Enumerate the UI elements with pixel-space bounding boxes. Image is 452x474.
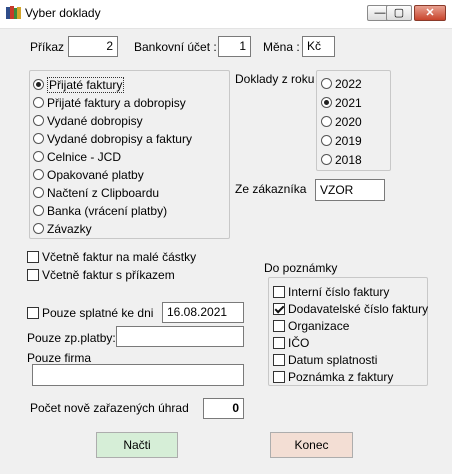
doc-type-option-label: Opakované platby bbox=[47, 167, 144, 182]
year-option-label: 2018 bbox=[335, 152, 362, 167]
minimize-icon: — bbox=[374, 7, 386, 19]
close-icon: ✕ bbox=[425, 7, 435, 19]
customer-field[interactable]: VZOR bbox=[315, 179, 385, 201]
doc-type-radio[interactable] bbox=[33, 151, 44, 163]
doc-type-option[interactable]: Načtení z Clipboardu bbox=[33, 184, 159, 200]
prikaz-field[interactable]: 2 bbox=[68, 36, 118, 57]
notes-item-checkbox[interactable] bbox=[273, 336, 285, 349]
notes-item-label: IČO bbox=[288, 335, 310, 350]
notes-item-label: Datum splatnosti bbox=[288, 352, 378, 367]
doc-type-option-label: Přijaté faktury a dobropisy bbox=[47, 95, 186, 110]
only-due-checkbox[interactable]: Pouze splatné ke dni bbox=[27, 304, 153, 320]
year-radio[interactable] bbox=[321, 97, 332, 109]
prikaz-label: Příkaz : bbox=[30, 40, 71, 54]
only-due-check-box[interactable] bbox=[27, 306, 39, 319]
doc-type-option-label: Závazky bbox=[47, 221, 92, 236]
doc-type-option-label: Načtení z Clipboardu bbox=[47, 185, 160, 200]
doc-type-option-label: Přijaté faktury bbox=[47, 76, 125, 93]
notes-item-checkbox[interactable] bbox=[273, 302, 285, 315]
doc-type-radio[interactable] bbox=[33, 133, 44, 145]
year-option-label: 2019 bbox=[335, 133, 362, 148]
with-order-check-box[interactable] bbox=[27, 268, 39, 281]
doc-type-radio[interactable] bbox=[33, 169, 44, 181]
count-field[interactable]: 0 bbox=[203, 398, 244, 419]
year-option[interactable]: 2020 bbox=[321, 113, 362, 129]
doc-type-radio[interactable] bbox=[33, 187, 44, 199]
bankovni-ucet-field[interactable]: 1 bbox=[218, 36, 251, 57]
close-window-button[interactable]: ✕ bbox=[414, 5, 446, 21]
notes-item-label: Interní číslo faktury bbox=[288, 284, 390, 299]
year-option[interactable]: 2021 bbox=[321, 94, 362, 110]
notes-item-label: Organizace bbox=[288, 318, 350, 333]
payment-method-label: Pouze zp.platby: bbox=[27, 331, 116, 345]
customer-label: Ze zákazníka bbox=[235, 182, 307, 196]
app-icon bbox=[6, 6, 21, 19]
year-option[interactable]: 2022 bbox=[321, 75, 362, 91]
doc-type-option-label: Vydané dobropisy a faktury bbox=[47, 131, 192, 146]
doc-type-option[interactable]: Závazky bbox=[33, 220, 92, 236]
year-radio[interactable] bbox=[321, 135, 332, 147]
small-amounts-check-box[interactable] bbox=[27, 250, 39, 263]
notes-item[interactable]: Dodavatelské číslo faktury bbox=[273, 300, 428, 316]
doc-type-option[interactable]: Vydané dobropisy bbox=[33, 112, 143, 128]
doc-type-option[interactable]: Vydané dobropisy a faktury bbox=[33, 130, 192, 146]
count-label: Počet nově zařazených úhrad bbox=[30, 401, 189, 415]
year-option[interactable]: 2018 bbox=[321, 151, 362, 167]
payment-method-field[interactable] bbox=[116, 326, 244, 347]
year-option-label: 2020 bbox=[335, 114, 362, 129]
year-radio[interactable] bbox=[321, 116, 332, 128]
doc-type-option[interactable]: Banka (vrácení platby) bbox=[33, 202, 167, 218]
with-order-label: Včetně faktur s příkazem bbox=[42, 267, 175, 282]
load-button[interactable]: Načti bbox=[96, 432, 178, 458]
with-order-checkbox[interactable]: Včetně faktur s příkazem bbox=[27, 266, 175, 282]
close-button[interactable]: Konec bbox=[270, 432, 353, 458]
year-option-label: 2022 bbox=[335, 76, 362, 91]
notes-item-label: Poznámka z faktury bbox=[288, 369, 394, 384]
notes-item[interactable]: Organizace bbox=[273, 317, 349, 333]
doc-type-radio[interactable] bbox=[33, 79, 44, 91]
years-label: Doklady z roku bbox=[235, 72, 315, 86]
year-radio[interactable] bbox=[321, 78, 332, 90]
year-option[interactable]: 2019 bbox=[321, 132, 362, 148]
notes-item-checkbox[interactable] bbox=[273, 285, 285, 298]
title-bar: Vyber doklady — ▢ ✕ bbox=[0, 0, 452, 29]
mena-label: Měna : bbox=[263, 40, 300, 54]
maximize-button[interactable]: ▢ bbox=[386, 5, 412, 21]
company-label: Pouze firma bbox=[27, 351, 92, 365]
maximize-icon: ▢ bbox=[393, 7, 405, 19]
small-amounts-label: Včetně faktur na malé částky bbox=[42, 249, 197, 264]
window-title: Vyber doklady bbox=[25, 6, 101, 20]
doc-type-option-label: Banka (vrácení platby) bbox=[47, 203, 168, 218]
doc-type-radio[interactable] bbox=[33, 223, 44, 235]
bankovni-ucet-label: Bankovní účet : bbox=[134, 40, 217, 54]
notes-item[interactable]: Interní číslo faktury bbox=[273, 283, 389, 299]
doc-type-radio[interactable] bbox=[33, 205, 44, 217]
notes-item-checkbox[interactable] bbox=[273, 319, 285, 332]
notes-item-label: Dodavatelské číslo faktury bbox=[288, 301, 429, 316]
doc-type-option[interactable]: Přijaté faktury bbox=[33, 76, 125, 93]
notes-item[interactable]: Datum splatnosti bbox=[273, 351, 377, 367]
doc-type-option[interactable]: Celnice - JCD bbox=[33, 148, 121, 164]
notes-item[interactable]: IČO bbox=[273, 334, 309, 350]
doc-type-option-label: Celnice - JCD bbox=[47, 149, 122, 164]
year-radio[interactable] bbox=[321, 154, 332, 166]
notes-item-checkbox[interactable] bbox=[273, 370, 285, 383]
notes-item[interactable]: Poznámka z faktury bbox=[273, 368, 393, 384]
doc-type-option[interactable]: Opakované platby bbox=[33, 166, 144, 182]
mena-field[interactable]: Kč bbox=[302, 36, 335, 57]
due-date-field[interactable]: 16.08.2021 bbox=[162, 302, 244, 323]
only-due-label: Pouze splatné ke dni bbox=[42, 305, 154, 320]
doc-type-radio[interactable] bbox=[33, 97, 44, 109]
notes-item-checkbox[interactable] bbox=[273, 353, 285, 366]
doc-type-radio[interactable] bbox=[33, 115, 44, 127]
year-option-label: 2021 bbox=[335, 95, 362, 110]
notes-label: Do poznámky bbox=[264, 261, 338, 275]
doc-type-option-label: Vydané dobropisy bbox=[47, 113, 143, 128]
company-field[interactable] bbox=[32, 364, 244, 386]
doc-type-option[interactable]: Přijaté faktury a dobropisy bbox=[33, 94, 186, 110]
small-amounts-checkbox[interactable]: Včetně faktur na malé částky bbox=[27, 248, 196, 264]
